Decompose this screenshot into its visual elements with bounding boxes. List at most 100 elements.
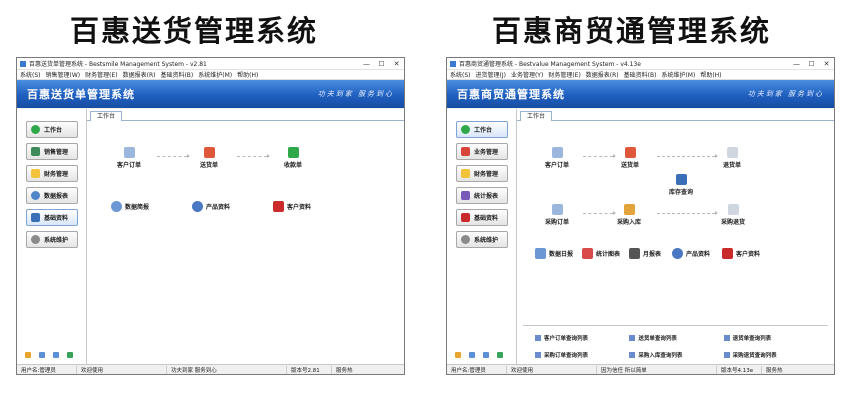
node-daily-report[interactable]: 数据日报 [535, 248, 573, 259]
status-user: 用户名:管理员 [447, 365, 507, 374]
close-button[interactable]: ✕ [389, 60, 404, 68]
book-icon [273, 201, 284, 212]
report-link[interactable]: 采购退货查询列表 [723, 350, 818, 362]
menu-purchase[interactable]: 进货管理(J) [476, 70, 506, 79]
banner: 百惠送货单管理系统 功夫到家 服务到心 [17, 80, 404, 108]
report-link[interactable]: 客户订单查询列表 [535, 332, 629, 344]
sidebar-item-basic-data[interactable]: 基础资料 [456, 209, 508, 226]
report-link[interactable]: 采购入库查询列表 [629, 350, 723, 362]
flow-arrow [583, 154, 616, 158]
report-link[interactable]: 采购订单查询列表 [535, 350, 629, 362]
left-heading: 百惠送货管理系统 [70, 14, 319, 48]
node-label: 数据简报 [125, 204, 150, 211]
node-product-info[interactable]: 产品资料 [192, 201, 230, 212]
node-data-brief[interactable]: 数据简报 [111, 201, 149, 212]
node-inventory[interactable]: 库存查询 [669, 174, 693, 196]
banner: 百惠商贸通管理系统 功夫到家 服务到心 [447, 80, 834, 108]
node-monthly-report[interactable]: 月报表 [629, 248, 661, 259]
folder-icon [461, 169, 470, 178]
close-button[interactable]: ✕ [819, 60, 834, 68]
menu-system[interactable]: 系统(S) [450, 70, 471, 79]
menu-sales[interactable]: 销售管理(W) [46, 70, 81, 79]
sidebar-item-label: 销售管理 [44, 149, 69, 156]
menu-reports[interactable]: 数据报表(R) [123, 70, 156, 79]
sidebar-item-finance[interactable]: 财务管理 [456, 165, 508, 182]
folder-icon[interactable] [455, 352, 461, 358]
node-purchase-return[interactable]: 采购退货 [721, 204, 745, 226]
book-icon [722, 248, 733, 259]
menu-finance[interactable]: 财务管理(E) [85, 70, 117, 79]
power-icon[interactable] [497, 352, 503, 358]
menu-basic-data[interactable]: 基础资料(B) [160, 70, 193, 79]
status-hotline: 服务热 [336, 367, 353, 374]
minimize-button[interactable]: — [789, 60, 804, 68]
delivery-icon [624, 147, 636, 158]
checkmark-icon [287, 147, 299, 158]
node-purchase-in[interactable]: 采购入库 [617, 204, 641, 226]
sidebar-item-workbench[interactable]: 工作台 [26, 121, 78, 138]
node-customer-info[interactable]: 客户资料 [722, 248, 760, 259]
node-product-info[interactable]: 产品资料 [672, 248, 710, 259]
sidebar-item-label: 基础资料 [474, 215, 499, 222]
document-icon [551, 204, 563, 215]
menu-maintenance[interactable]: 系统维护(M) [661, 70, 695, 79]
sidebar-item-workbench[interactable]: 工作台 [456, 121, 508, 138]
status-slogan: 功夫到家 服务到心 [167, 365, 287, 374]
node-customer-info[interactable]: 客户资料 [273, 201, 311, 212]
folder-icon[interactable] [25, 352, 31, 358]
sidebar-item-label: 财务管理 [44, 171, 69, 178]
sidebar-item-statistics[interactable]: 统计报表 [456, 187, 508, 204]
report-icon [535, 248, 546, 259]
banner-slogan: 功夫到家 服务到心 [747, 90, 824, 98]
node-customer-order[interactable]: 客户订单 [117, 147, 141, 169]
menu-finance[interactable]: 财务管理(E) [548, 70, 580, 79]
power-icon[interactable] [67, 352, 73, 358]
node-label: 采购订单 [545, 219, 570, 226]
node-delivery[interactable]: 送货单 [621, 147, 639, 169]
menu-system[interactable]: 系统(S) [20, 70, 41, 79]
search-icon[interactable] [53, 352, 59, 358]
status-version: 版本号2.81 [287, 365, 332, 374]
report-link[interactable]: 送货单查询列表 [629, 332, 723, 344]
maximize-button[interactable]: ☐ [374, 60, 389, 68]
list-icon [723, 352, 730, 359]
node-customer-order[interactable]: 客户订单 [545, 147, 569, 169]
node-return[interactable]: 退货单 [723, 147, 741, 169]
sidebar-item-reports[interactable]: 数据报表 [26, 187, 78, 204]
menu-maintenance[interactable]: 系统维护(M) [198, 70, 232, 79]
maximize-button[interactable]: ☐ [804, 60, 819, 68]
menu-help[interactable]: 帮助(H) [700, 70, 721, 79]
status-version: 版本号4.13e [717, 365, 762, 374]
node-delivery[interactable]: 送货单 [200, 147, 218, 169]
sidebar-item-label: 业务管理 [474, 149, 499, 156]
menu-help[interactable]: 帮助(H) [237, 70, 258, 79]
sidebar-item-basic-data[interactable]: 基础资料 [26, 209, 78, 226]
menu-bar: 系统(S) 销售管理(W) 财务管理(E) 数据报表(R) 基础资料(B) 系统… [17, 70, 404, 80]
menu-basic-data[interactable]: 基础资料(B) [624, 70, 657, 79]
sidebar-item-maintenance[interactable]: 系统维护 [26, 231, 78, 248]
settings-icon[interactable] [469, 352, 475, 358]
sidebar: 工作台 业务管理 财务管理 统计报表 基础资料 系统维护 [447, 109, 517, 364]
chart-icon [582, 248, 593, 259]
menu-reports[interactable]: 数据报表(R) [586, 70, 619, 79]
tab-workbench[interactable]: 工作台 [520, 111, 553, 121]
node-label: 客户资料 [736, 251, 761, 258]
list-icon [535, 352, 541, 359]
node-label: 采购退货 [721, 219, 746, 226]
node-stats-chart[interactable]: 统计图表 [582, 248, 620, 259]
sidebar-item-maintenance[interactable]: 系统维护 [456, 231, 508, 248]
sales-icon [31, 147, 40, 156]
node-receipt[interactable]: 收款单 [284, 147, 302, 169]
menu-business[interactable]: 业务管理(Y) [511, 70, 543, 79]
sidebar-item-business[interactable]: 业务管理 [456, 143, 508, 160]
settings-icon[interactable] [39, 352, 45, 358]
sidebar-item-finance[interactable]: 财务管理 [26, 165, 78, 182]
tab-workbench[interactable]: 工作台 [90, 111, 123, 121]
node-purchase-order[interactable]: 采购订单 [545, 204, 569, 226]
report-link[interactable]: 退货单查询列表 [723, 332, 818, 344]
node-label: 数据日报 [549, 251, 574, 258]
sidebar-item-sales[interactable]: 销售管理 [26, 143, 78, 160]
chart-icon [461, 191, 470, 200]
search-icon[interactable] [483, 352, 489, 358]
minimize-button[interactable]: — [359, 60, 374, 68]
